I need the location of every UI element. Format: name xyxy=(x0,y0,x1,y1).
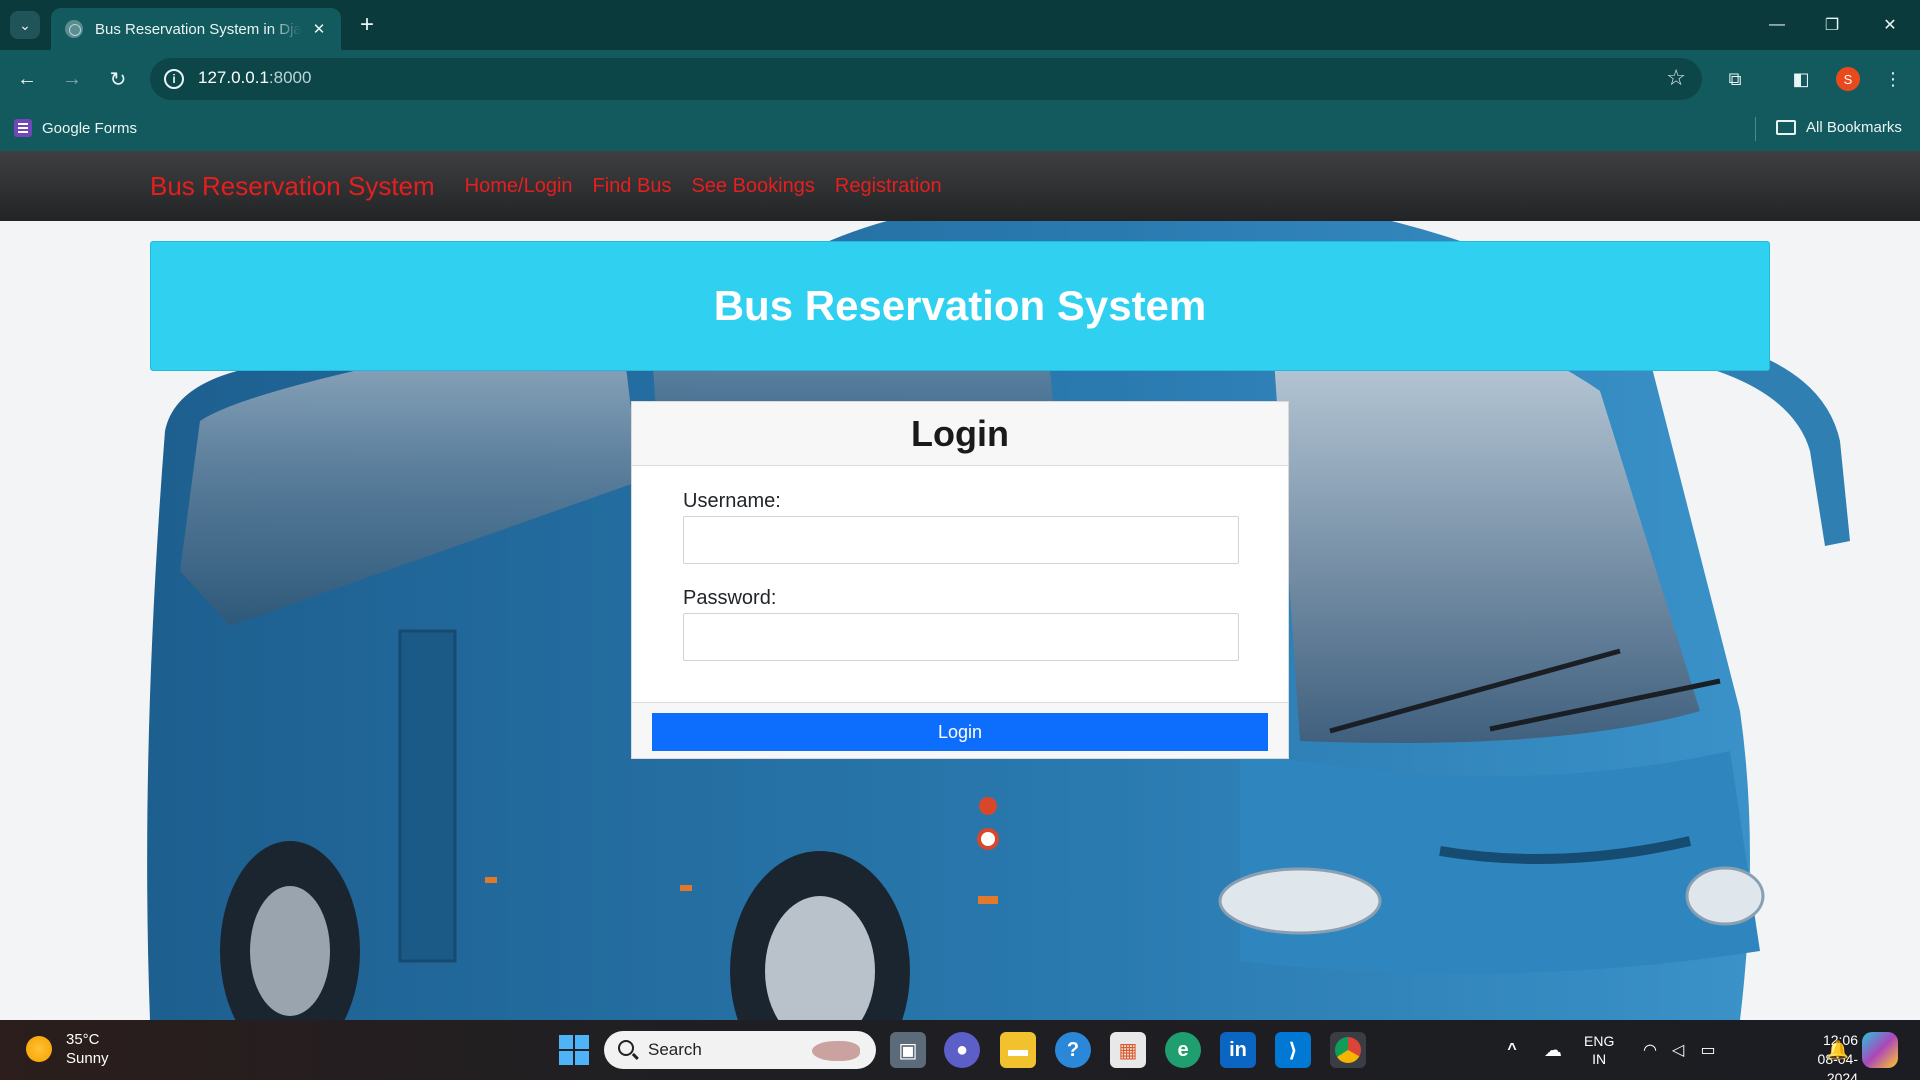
url-port: :8000 xyxy=(268,68,312,87)
password-input[interactable] xyxy=(683,613,1239,661)
region-code: IN xyxy=(1592,1051,1607,1067)
site-brand[interactable]: Bus Reservation System xyxy=(150,171,435,202)
all-bookmarks-button[interactable]: All Bookmarks xyxy=(1776,119,1902,136)
bookmarks-divider xyxy=(1755,117,1756,141)
edge-browser-icon[interactable]: e xyxy=(1165,1032,1201,1068)
new-tab-plus-icon[interactable]: + xyxy=(354,11,380,38)
all-bookmarks-label: All Bookmarks xyxy=(1806,119,1902,136)
tab-title: Bus Reservation System in Django xyxy=(95,20,301,38)
show-hidden-icons-chevron-icon[interactable]: ^ xyxy=(1494,1032,1530,1068)
copilot-icon[interactable] xyxy=(1862,1032,1898,1068)
back-arrow-icon[interactable]: ← xyxy=(12,64,42,94)
nav-link-home-login[interactable]: Home/Login xyxy=(465,175,573,198)
windows-start-icon[interactable] xyxy=(556,1032,592,1068)
close-tab-icon[interactable]: ✕ xyxy=(309,19,329,39)
restore-icon[interactable]: ❐ xyxy=(1812,10,1852,40)
browser-toolbar: ← → ↻ i 127.0.0.1:8000 ☆ ⧉ ◧ ⋮ xyxy=(0,50,1920,108)
url-text: 127.0.0.1:8000 xyxy=(198,68,311,88)
linkedin-icon[interactable]: in xyxy=(1220,1032,1256,1068)
login-card-footer: Login xyxy=(632,702,1288,758)
profile-avatar[interactable]: S xyxy=(1836,67,1860,91)
google-forms-icon xyxy=(14,119,32,137)
onedrive-cloud-icon[interactable]: ☁ xyxy=(1535,1032,1571,1068)
nav-link-see-bookings[interactable]: See Bookings xyxy=(691,175,814,198)
folder-icon xyxy=(1776,120,1796,135)
minimize-icon[interactable]: — xyxy=(1757,10,1797,40)
password-label: Password: xyxy=(683,587,777,609)
weather-condition: Sunny xyxy=(66,1050,109,1067)
microsoft-store-icon[interactable]: ▦ xyxy=(1110,1032,1146,1068)
hero-banner: Bus Reservation System xyxy=(150,241,1770,371)
file-explorer-icon[interactable]: ▬ xyxy=(1000,1032,1036,1068)
notification-bell-icon[interactable]: 🔔 xyxy=(1820,1032,1856,1068)
search-icon xyxy=(618,1040,634,1056)
chrome-icon[interactable] xyxy=(1330,1032,1366,1068)
site-navbar: Bus Reservation System Home/Login Find B… xyxy=(0,151,1920,221)
language-code: ENG xyxy=(1584,1033,1615,1049)
weather-temperature: 35°C xyxy=(66,1031,100,1048)
page-viewport: Bus Reservation System Home/Login Find B… xyxy=(0,151,1920,1020)
windows-taskbar: 35°C Sunny Search ▣ ● ▬ ? ▦ e in ⟩ ^ ☁ E… xyxy=(0,1020,1920,1080)
login-card-title: Login xyxy=(632,402,1288,466)
menu-kebab-icon[interactable]: ⋮ xyxy=(1878,64,1908,94)
get-help-icon[interactable]: ? xyxy=(1055,1032,1091,1068)
browser-tab-strip: ⌄ Bus Reservation System in Django ✕ + —… xyxy=(0,0,1920,50)
bookmark-google-forms[interactable]: Google Forms xyxy=(14,119,137,137)
address-bar[interactable]: i 127.0.0.1:8000 ☆ xyxy=(150,58,1702,100)
forward-arrow-icon[interactable]: → xyxy=(57,64,87,94)
nav-link-find-bus[interactable]: Find Bus xyxy=(593,175,672,198)
vscode-icon[interactable]: ⟩ xyxy=(1275,1032,1311,1068)
extensions-puzzle-icon[interactable]: ⧉ xyxy=(1720,64,1750,94)
task-view-icon[interactable]: ▣ xyxy=(890,1032,926,1068)
bookmark-label: Google Forms xyxy=(42,119,138,137)
reload-icon[interactable]: ↻ xyxy=(103,64,133,94)
site-info-icon[interactable]: i xyxy=(164,69,184,89)
side-panel-icon[interactable]: ◧ xyxy=(1786,64,1816,94)
url-host: 127.0.0.1 xyxy=(198,68,269,87)
taskbar-search-box[interactable]: Search xyxy=(604,1031,876,1069)
hero-title: Bus Reservation System xyxy=(713,282,1207,329)
login-submit-button[interactable]: Login xyxy=(652,713,1268,751)
tab-search-chevron-icon[interactable]: ⌄ xyxy=(10,11,40,39)
weather-widget[interactable]: 35°C Sunny xyxy=(26,1030,109,1068)
taskbar-search-placeholder: Search xyxy=(648,1040,702,1059)
login-card: Login Username: Password: Login xyxy=(631,401,1289,759)
username-label: Username: xyxy=(683,490,781,512)
teams-chat-icon[interactable]: ● xyxy=(944,1032,980,1068)
sun-icon xyxy=(26,1036,52,1062)
close-window-icon[interactable]: ✕ xyxy=(1870,10,1910,40)
nav-link-registration[interactable]: Registration xyxy=(835,175,942,198)
username-input[interactable] xyxy=(683,516,1239,564)
battery-icon[interactable]: ▭ xyxy=(1690,1032,1726,1068)
globe-icon xyxy=(65,20,83,38)
search-highlight-pig-icon xyxy=(812,1041,860,1061)
language-indicator[interactable]: ENG IN xyxy=(1584,1032,1614,1068)
bookmarks-bar: Google Forms All Bookmarks xyxy=(0,108,1920,151)
browser-tab-active[interactable]: Bus Reservation System in Django ✕ xyxy=(51,8,341,50)
bookmark-star-icon[interactable]: ☆ xyxy=(1666,65,1686,91)
